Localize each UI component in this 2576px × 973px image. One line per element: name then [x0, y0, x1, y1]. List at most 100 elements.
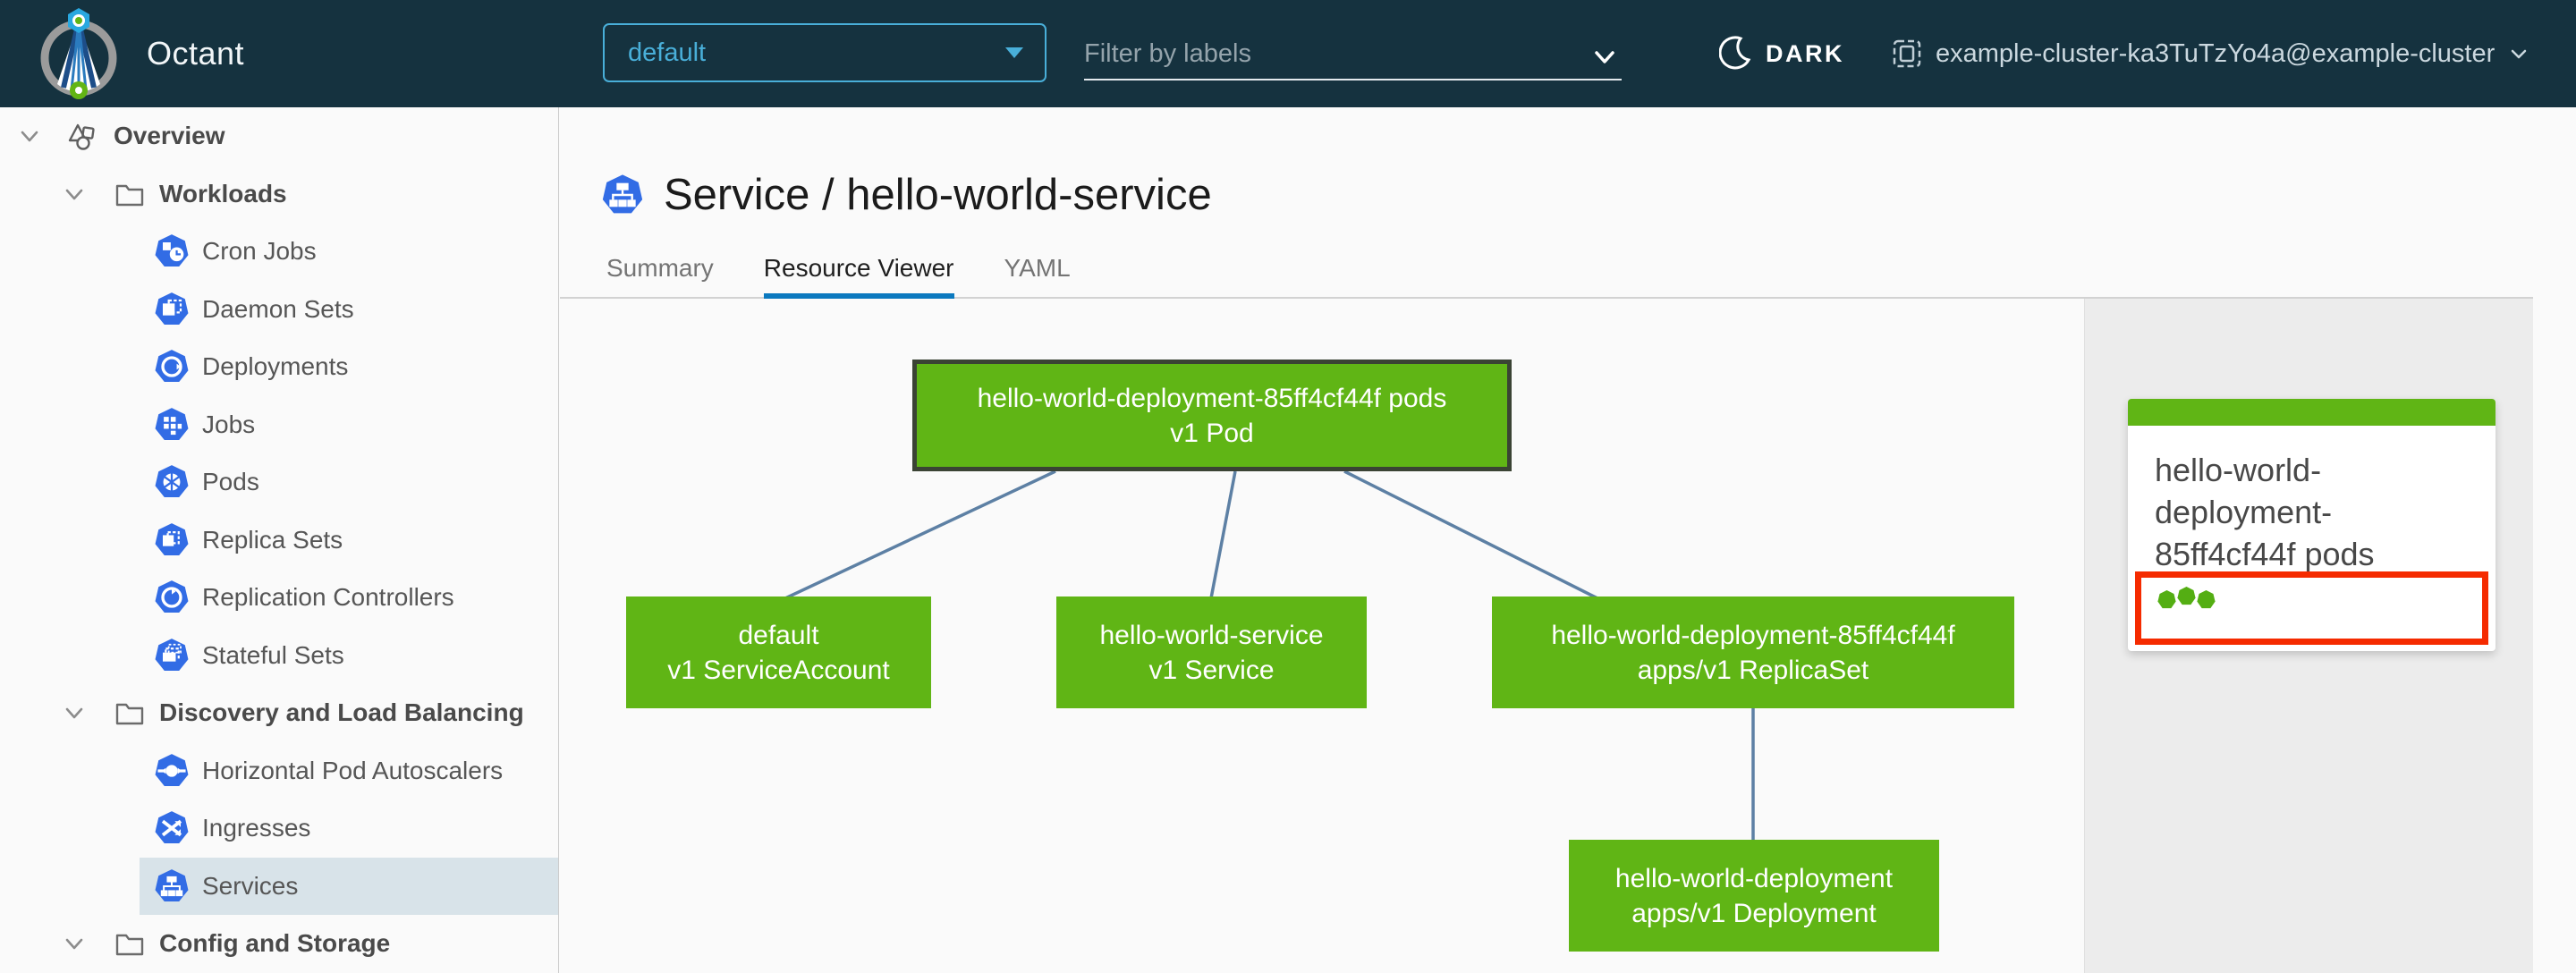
namespace-dropdown-value: default [628, 38, 707, 67]
sidebar-item-services[interactable]: Services [0, 857, 558, 916]
node-name: default [738, 620, 819, 650]
folder-icon [113, 926, 147, 960]
page-title-text: Service / hello-world-service [664, 171, 1212, 219]
chevron-down-icon[interactable] [16, 123, 43, 149]
top-header-bar: Octant default Filter by labels DARK exa… [0, 0, 2576, 107]
sidebar-item-config-and-storage[interactable]: Config and Storage [0, 915, 558, 973]
app-title: Octant [147, 35, 245, 72]
daemonset-icon [154, 292, 190, 327]
chevron-down-icon[interactable] [1589, 41, 1620, 72]
graph-node-replicaset[interactable]: hello-world-deployment-85ff4cf44f apps/v… [1492, 596, 2014, 708]
node-name: hello-world-service [1099, 620, 1324, 650]
cluster-context-selector[interactable]: example-cluster-ka3TuTzYo4a@example-clus… [1891, 0, 2530, 107]
sidebar-item-label: Workloads [159, 179, 287, 207]
tab-bar: Summary Resource Viewer YAML [606, 254, 1071, 299]
graph-node-service[interactable]: hello-world-service v1 Service [1056, 596, 1367, 708]
sidebar-item-horizontal-pod-autoscalers[interactable]: Horizontal Pod Autoscalers [0, 742, 558, 800]
chevron-down-icon [2507, 42, 2530, 65]
service-resource-icon [601, 173, 644, 216]
brand: Octant [34, 5, 244, 102]
pod-status-dot [2177, 587, 2196, 605]
sidebar-item-discovery-and-load-balancing[interactable]: Discovery and Load Balancing [0, 684, 558, 742]
sidebar-item-label: Deployments [202, 352, 349, 381]
objects-overview-icon [65, 119, 99, 153]
folder-icon [113, 696, 147, 730]
node-kind: v1 Service [1148, 655, 1275, 685]
caret-down-icon [1005, 47, 1023, 58]
page-title: Service / hello-world-service [601, 170, 1212, 220]
sidebar-item-label: Discovery and Load Balancing [159, 698, 524, 727]
cronjob-icon [154, 233, 190, 269]
label-filter-input[interactable]: Filter by labels [1084, 34, 1622, 80]
sidebar-item-daemon-sets[interactable]: Daemon Sets [0, 281, 558, 339]
sidebar-item-deployments[interactable]: Deployments [0, 338, 558, 396]
sidebar-item-label: Daemon Sets [202, 294, 354, 323]
node-name: hello-world-deployment [1614, 863, 1894, 893]
node-detail-card[interactable]: hello-world-deployment-85ff4cf44f pods [2128, 399, 2496, 651]
sidebar-item-label: Stateful Sets [202, 640, 344, 669]
sidebar-item-label: Config and Storage [159, 929, 391, 958]
graph-edge [784, 470, 1056, 600]
pod-icon [154, 464, 190, 500]
chevron-down-icon[interactable] [61, 181, 88, 207]
graph-node-deployment[interactable]: hello-world-deployment apps/v1 Deploymen… [1569, 840, 1939, 952]
sidebar-item-label: Replication Controllers [202, 583, 454, 612]
sidebar-item-label: Jobs [202, 410, 256, 438]
node-kind: apps/v1 Deployment [1631, 898, 1877, 928]
pod-status-dot [2157, 590, 2176, 609]
pod-status-box[interactable] [2135, 571, 2488, 645]
tab-yaml[interactable]: YAML [1004, 254, 1071, 299]
sidebar-item-label: Cron Jobs [202, 237, 317, 266]
node-kind: v1 ServiceAccount [667, 655, 890, 685]
chevron-down-icon[interactable] [61, 930, 88, 957]
node-name: hello-world-deployment-85ff4cf44f [1551, 620, 1955, 650]
sidebar-item-workloads[interactable]: Workloads [0, 165, 558, 224]
dark-theme-toggle[interactable]: DARK [1719, 0, 1844, 107]
tab-summary[interactable]: Summary [606, 254, 714, 299]
replicaset-icon [154, 522, 190, 558]
sidebar-item-jobs[interactable]: Jobs [0, 396, 558, 454]
folder-icon [113, 177, 147, 211]
hpa-icon [154, 753, 190, 789]
statefulset-icon [154, 638, 190, 673]
sidebar-item-replication-controllers[interactable]: Replication Controllers [0, 569, 558, 627]
node-kind: v1 Pod [1170, 418, 1254, 448]
sidebar-item-label: Pods [202, 468, 259, 496]
ingress-icon [154, 810, 190, 846]
sidebar-item-ingresses[interactable]: Ingresses [0, 800, 558, 858]
sidebar-item-label: Overview [114, 122, 225, 150]
sidebar-item-label: Ingresses [202, 814, 311, 842]
node-kind: apps/v1 ReplicaSet [1637, 655, 1869, 685]
sidebar-item-replica-sets[interactable]: Replica Sets [0, 512, 558, 570]
deployment-icon [154, 349, 190, 385]
pod-status-dot [2197, 590, 2216, 609]
octant-app: Octant default Filter by labels DARK exa… [0, 0, 2576, 973]
cluster-context-value: example-cluster-ka3TuTzYo4a@example-clus… [1936, 38, 2496, 68]
service-icon [154, 868, 190, 904]
sidebar-item-pods[interactable]: Pods [0, 453, 558, 512]
replication-controller-icon [154, 580, 190, 615]
sidebar-nav: Overview Workloads Cron Jobs Daemon Sets [0, 107, 559, 973]
graph-node-serviceaccount[interactable]: default v1 ServiceAccount [626, 596, 931, 708]
octant-logo-icon [34, 7, 123, 100]
graph-node-pod[interactable]: hello-world-deployment-85ff4cf44f pods v… [912, 360, 1512, 471]
label-filter-placeholder: Filter by labels [1084, 39, 1251, 68]
sidebar-item-overview[interactable]: Overview [0, 107, 558, 165]
sidebar-item-label: Services [202, 871, 299, 900]
sidebar-item-cron-jobs[interactable]: Cron Jobs [0, 223, 558, 281]
graph-edge [1209, 470, 1237, 599]
node-name: hello-world-deployment-85ff4cf44f pods [977, 383, 1447, 413]
sidebar-item-label: Horizontal Pod Autoscalers [202, 756, 504, 784]
namespace-dropdown[interactable]: default [603, 23, 1046, 82]
job-icon [154, 407, 190, 443]
sidebar-item-label: Replica Sets [202, 525, 343, 554]
graph-edge [1343, 470, 1598, 600]
cluster-icon [1891, 36, 1923, 72]
sidebar-item-stateful-sets[interactable]: Stateful Sets [0, 627, 558, 685]
dark-toggle-label: DARK [1766, 39, 1844, 67]
card-status-bar [2128, 399, 2496, 426]
card-title: hello-world-deployment-85ff4cf44f pods [2155, 452, 2375, 572]
node-detail-panel: hello-world-deployment-85ff4cf44f pods [2084, 299, 2533, 973]
chevron-down-icon[interactable] [61, 699, 88, 726]
tab-resource-viewer[interactable]: Resource Viewer [763, 254, 954, 299]
